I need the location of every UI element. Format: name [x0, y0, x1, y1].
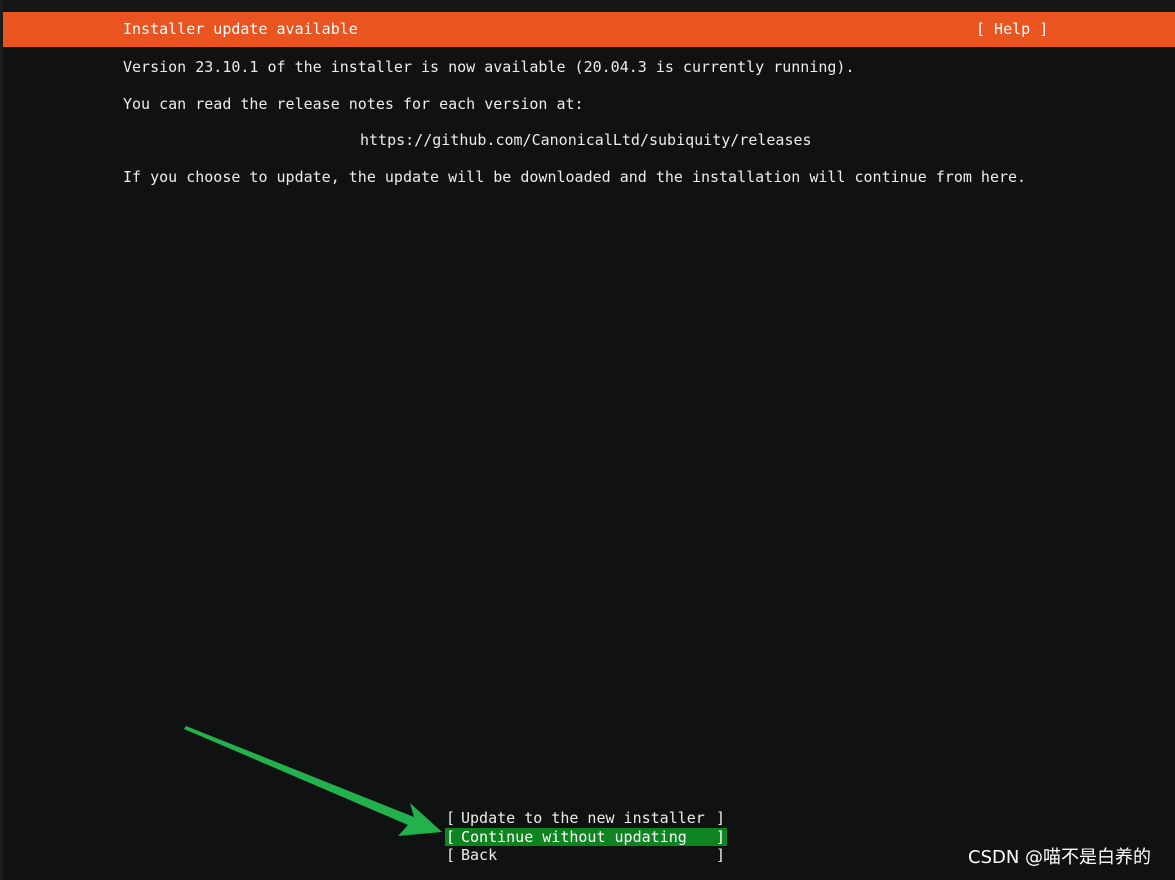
installer-screen: Installer update available [ Help ] Vers… [0, 0, 1175, 880]
watermark-text: CSDN @喵不是白养的 [968, 847, 1152, 868]
green-arrow-icon [184, 726, 442, 836]
arrow-shape [184, 726, 442, 836]
